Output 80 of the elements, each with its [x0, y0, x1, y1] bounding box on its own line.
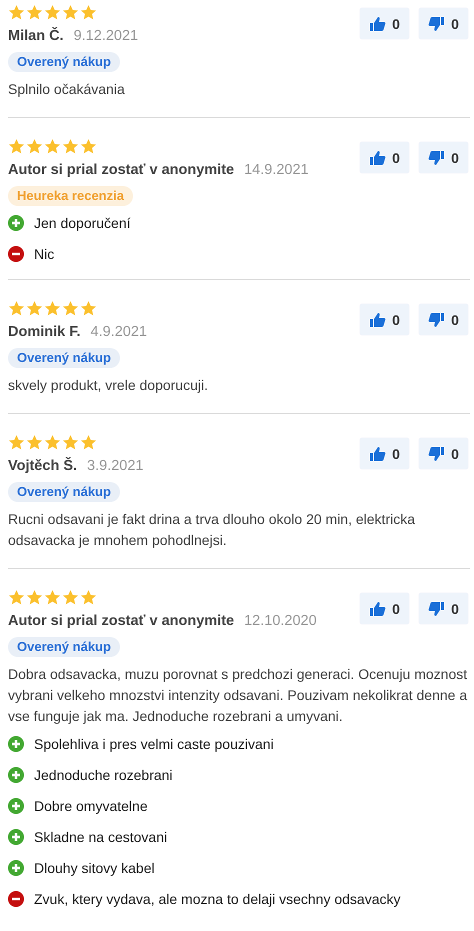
star-icon [44, 138, 61, 155]
reviewer-name: Dominik F. [8, 324, 81, 340]
pro-text: Skladne na cestovani [34, 829, 168, 845]
star-icon [62, 4, 79, 21]
star-icon [44, 589, 61, 606]
thumbs-down-icon [428, 149, 446, 166]
thumbs-up-icon [369, 445, 386, 462]
review-date: 4.9.2021 [90, 324, 147, 340]
minus-icon [8, 891, 24, 907]
review-text: Dobra odsavacka, muzu porovnat s predchozi generaci. Ocenuju moznost vybrani velkeho mnozstvi intenzity odsavani. Pouzivam nekolikrat denne a vse funguje jak ma. Jednoduche rozebrani a umyvani. [8, 665, 468, 726]
review-date: 12.10.2020 [244, 613, 317, 629]
dislike-button[interactable]: 0 [419, 304, 468, 335]
star-icon [8, 300, 25, 317]
star-icon [26, 4, 43, 21]
star-icon [8, 4, 25, 21]
pro-text: Dlouhy sitovy kabel [34, 860, 155, 876]
star-icon [62, 434, 79, 451]
thumbs-down-icon [428, 600, 446, 617]
review-badge: Overený nákup [8, 52, 120, 72]
pro-text: Dobre omyvatelne [34, 798, 148, 814]
star-icon [26, 138, 43, 155]
like-button[interactable]: 0 [360, 438, 409, 469]
plus-icon [8, 767, 24, 783]
star-icon [26, 589, 43, 606]
star-icon [62, 300, 79, 317]
review-badge: Overený nákup [8, 637, 120, 657]
plus-icon [8, 798, 24, 814]
thumbs-up-icon [369, 15, 386, 32]
pro-text: Jen doporučení [34, 215, 131, 231]
star-icon [44, 300, 61, 317]
star-icon [62, 589, 79, 606]
star-icon [80, 138, 97, 155]
plus-icon [8, 215, 24, 231]
like-button[interactable]: 0 [360, 304, 409, 335]
star-icon [80, 589, 97, 606]
thumbs-down-icon [428, 15, 446, 32]
pro-text: Spolehliva i pres velmi caste pouzivani [34, 736, 274, 752]
review-text: Splnilo očakávania [8, 80, 126, 99]
dislike-button[interactable]: 0 [419, 593, 468, 624]
dislike-button[interactable]: 0 [419, 438, 468, 469]
review-badge: Heureka recenzia [8, 186, 133, 206]
star-icon [80, 300, 97, 317]
star-icon [8, 138, 25, 155]
dislike-button[interactable]: 0 [419, 8, 468, 39]
like-button[interactable]: 0 [360, 593, 409, 624]
review-date: 9.12.2021 [74, 28, 138, 44]
star-icon [62, 138, 79, 155]
review-text: skvely produkt, vrele doporucuji. [8, 376, 209, 395]
con-text: Zvuk, ktery vydava, ale mozna to delaji vsechny odsavacky [34, 891, 401, 907]
star-icon [8, 589, 25, 606]
review-badge: Overený nákup [8, 348, 120, 368]
thumbs-down-icon [428, 445, 446, 462]
thumbs-up-icon [369, 600, 386, 617]
review-badge: Overený nákup [8, 482, 120, 502]
review-date: 14.9.2021 [244, 162, 309, 178]
thumbs-up-icon [369, 149, 386, 166]
reviewer-name: Autor si prial zostať v anonymite [8, 162, 234, 178]
reviewer-name: Autor si prial zostať v anonymite [8, 613, 234, 629]
reviewer-name: Milan Č. [8, 28, 64, 44]
plus-icon [8, 736, 24, 752]
review-text: Rucni odsavani je fakt drina a trva dlouho okolo 20 min, elektricka odsavacka je mnohem pohodlnejsi. [8, 510, 416, 550]
plus-icon [8, 829, 24, 845]
con-text: Nic [34, 246, 54, 262]
like-button[interactable]: 0 [360, 8, 409, 39]
like-button[interactable]: 0 [360, 142, 409, 173]
dislike-button[interactable]: 0 [419, 142, 468, 173]
star-icon [26, 434, 43, 451]
star-icon [26, 300, 43, 317]
star-icon [80, 434, 97, 451]
review-date: 3.9.2021 [87, 458, 144, 474]
thumbs-up-icon [369, 311, 386, 328]
pro-text: Jednoduche rozebrani [34, 767, 173, 783]
star-icon [80, 4, 97, 21]
thumbs-down-icon [428, 311, 446, 328]
star-icon [44, 4, 61, 21]
star-icon [44, 434, 61, 451]
minus-icon [8, 246, 24, 262]
reviewer-name: Vojtěch Š. [8, 458, 78, 474]
star-icon [8, 434, 25, 451]
plus-icon [8, 860, 24, 876]
